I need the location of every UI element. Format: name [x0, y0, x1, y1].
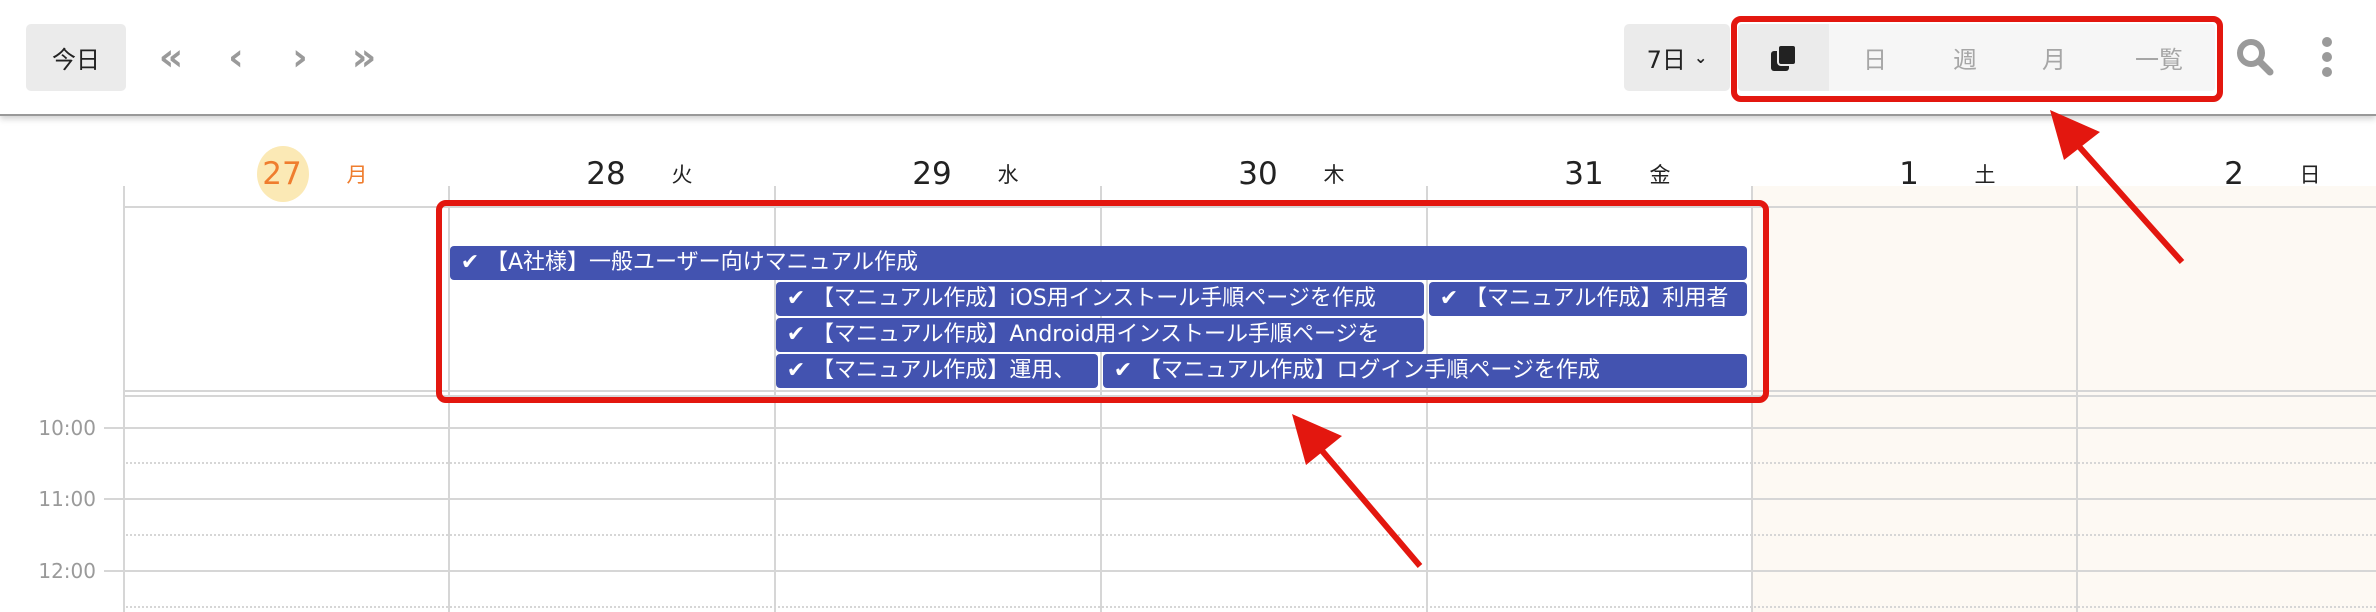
annotation-arrow — [1292, 414, 1423, 568]
annotation-arrow — [2050, 110, 2185, 264]
annotation-arrows — [1292, 110, 2185, 568]
